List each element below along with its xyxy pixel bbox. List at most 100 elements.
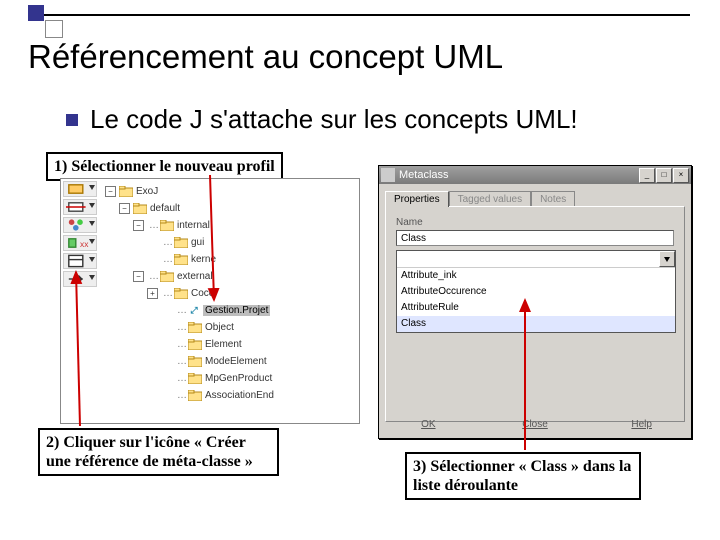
folder-icon <box>174 237 188 248</box>
app-icon <box>381 168 395 182</box>
tree-node[interactable]: … MpGenProduct <box>105 370 355 387</box>
dropdown-button[interactable] <box>659 251 675 267</box>
bullet-icon <box>66 114 78 126</box>
tool-icon-metaclass[interactable] <box>63 253 97 269</box>
close-button[interactable]: × <box>673 168 689 183</box>
folder-icon <box>188 373 202 384</box>
help-button[interactable]: Help <box>598 417 685 432</box>
tool-icon-1[interactable] <box>63 181 97 197</box>
tree-connector: … <box>177 322 186 333</box>
tree-connector: … <box>177 339 186 350</box>
folder-icon <box>174 254 188 265</box>
tree-connector: … <box>177 390 186 401</box>
tree-connector: … <box>163 237 172 248</box>
tree-node[interactable]: … ModeElement <box>105 353 355 370</box>
close-dialog-button[interactable]: Close <box>492 417 579 432</box>
tree-label: ExoJ <box>136 186 158 197</box>
folder-icon <box>133 203 147 214</box>
tree-label: Gestion.Projet <box>203 305 270 316</box>
tree-label: default <box>150 203 180 214</box>
ok-button[interactable]: OK <box>385 417 472 432</box>
folder-icon <box>174 288 188 299</box>
header-square-outline <box>45 20 63 38</box>
expander-icon[interactable]: − <box>133 220 144 231</box>
bullet-text: Le code J s'attache sur les concepts UML… <box>90 104 578 135</box>
tree-label: AssociationEnd <box>205 390 274 401</box>
svg-text:xx: xx <box>80 239 89 249</box>
tab-properties[interactable]: Properties <box>385 191 449 207</box>
expander-icon[interactable]: − <box>105 186 116 197</box>
maximize-button[interactable]: □ <box>656 168 672 183</box>
expander-icon[interactable]: + <box>147 288 158 299</box>
option[interactable]: AttributeRule <box>397 300 675 316</box>
tool-icon-4[interactable]: xx <box>63 235 97 251</box>
expander-icon[interactable]: − <box>119 203 130 214</box>
tree-label: internal <box>177 220 210 231</box>
metaclass-dialog: Metaclass _ □ × Properties Tagged values… <box>378 165 692 439</box>
folder-icon <box>188 390 202 401</box>
option[interactable]: Attribute_ink <box>397 268 675 284</box>
tree-node[interactable]: − … internal <box>105 217 355 234</box>
name-label: Name <box>396 217 674 228</box>
tree: − ExoJ − default − … internal … gui … <box>105 183 355 419</box>
bullet-row: Le code J s'attache sur les concepts UML… <box>66 104 578 135</box>
tool-icon-2[interactable] <box>63 199 97 215</box>
tree-node[interactable]: … Object <box>105 319 355 336</box>
step3-label: 3) Sélectionner « Class » dans la liste … <box>413 458 631 494</box>
minimize-button[interactable]: _ <box>639 168 655 183</box>
tree-connector: … <box>177 305 186 316</box>
ext-icon: ⤢ <box>188 305 200 316</box>
step1-box: 1) Sélectionner le nouveau profil <box>46 152 283 181</box>
option-class[interactable]: Class <box>397 316 675 332</box>
name-dropdown[interactable]: Attribute_ink AttributeOccurence Attribu… <box>396 250 676 333</box>
titlebar[interactable]: Metaclass _ □ × <box>379 166 691 184</box>
tool-icon-6[interactable] <box>63 271 97 287</box>
name-input[interactable] <box>396 230 674 246</box>
tree-node-root[interactable]: − ExoJ <box>105 183 355 200</box>
tree-node[interactable]: … gui <box>105 234 355 251</box>
tree-node-selected[interactable]: … ⤢ Gestion.Projet <box>105 302 355 319</box>
tool-icon-3[interactable] <box>63 217 97 233</box>
option[interactable]: AttributeOccurence <box>397 284 675 300</box>
header-square-filled <box>28 5 44 21</box>
tab-body: Name Attribute_ink AttributeOccurence At… <box>385 206 685 422</box>
toolbar: xx <box>63 181 101 287</box>
tree-label: Element <box>205 339 242 350</box>
tree-panel: xx − ExoJ − default − … internal … gui <box>60 178 360 424</box>
tree-node[interactable]: − … external <box>105 268 355 285</box>
folder-icon <box>188 339 202 350</box>
tree-label: ModeElement <box>205 356 267 367</box>
tree-label: Coce <box>191 288 214 299</box>
tab-strip: Properties Tagged values Notes <box>385 190 685 206</box>
tree-label: gui <box>191 237 204 248</box>
tree-connector: … <box>163 254 172 265</box>
tree-connector: … <box>149 220 158 231</box>
tree-connector: … <box>149 271 158 282</box>
tree-connector: … <box>177 356 186 367</box>
tree-node[interactable]: + … Coce <box>105 285 355 302</box>
chevron-down-icon <box>664 257 670 262</box>
dialog-title: Metaclass <box>399 169 635 181</box>
page-title: Référencement au concept UML <box>28 38 503 76</box>
header-rule <box>38 14 690 16</box>
folder-icon <box>119 186 133 197</box>
tree-node[interactable]: … kerne <box>105 251 355 268</box>
tree-label: Object <box>205 322 234 333</box>
step1-label: 1) Sélectionner le nouveau profil <box>54 158 275 175</box>
tree-node[interactable]: − default <box>105 200 355 217</box>
tree-node[interactable]: … AssociationEnd <box>105 387 355 404</box>
folder-icon <box>160 271 174 282</box>
dialog-buttons: OK Close Help <box>385 417 685 432</box>
step2-label: 2) Cliquer sur l'icône « Créer une référ… <box>46 434 253 470</box>
step3-box: 3) Sélectionner « Class » dans la liste … <box>405 452 641 500</box>
dropdown-list: Attribute_ink AttributeOccurence Attribu… <box>397 267 675 332</box>
tree-label: MpGenProduct <box>205 373 272 384</box>
step2-box: 2) Cliquer sur l'icône « Créer une référ… <box>38 428 279 476</box>
tree-node[interactable]: … Element <box>105 336 355 353</box>
tree-label: kerne <box>191 254 216 265</box>
tab-notes[interactable]: Notes <box>531 191 575 207</box>
expander-icon[interactable]: − <box>133 271 144 282</box>
tree-connector: … <box>163 288 172 299</box>
folder-icon <box>160 220 174 231</box>
tab-tagged-values[interactable]: Tagged values <box>449 191 532 207</box>
